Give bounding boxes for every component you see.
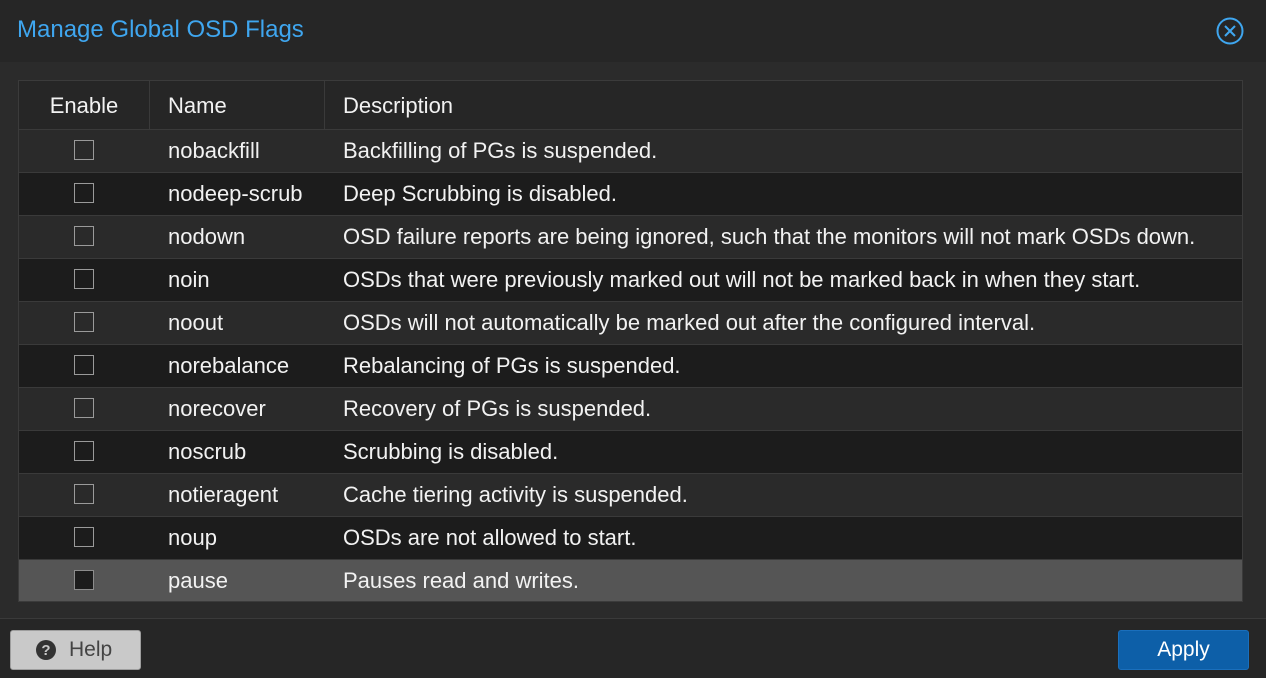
flag-name: pause — [168, 568, 228, 593]
dialog-footer: ? Help Apply — [0, 618, 1266, 678]
flag-name: noout — [168, 310, 224, 335]
flag-description: Pauses read and writes. — [343, 568, 580, 593]
flag-description: Backfilling of PGs is suspended. — [343, 138, 658, 163]
flag-name: nobackfill — [168, 138, 260, 163]
flag-name: noin — [168, 267, 210, 292]
flag-description: Cache tiering activity is suspended. — [343, 482, 688, 507]
apply-button[interactable]: Apply — [1118, 630, 1249, 670]
flag-name: nodeep-scrub — [168, 181, 303, 206]
enable-checkbox[interactable] — [74, 441, 94, 461]
enable-checkbox[interactable] — [74, 527, 94, 547]
column-header-enable[interactable]: Enable — [19, 81, 150, 130]
column-header-description[interactable]: Description — [325, 81, 1242, 130]
enable-checkbox[interactable] — [74, 570, 94, 590]
dialog-titlebar: Manage Global OSD Flags — [0, 0, 1266, 62]
dialog-title: Manage Global OSD Flags — [17, 16, 304, 43]
flag-description: OSDs are not allowed to start. — [343, 525, 637, 550]
help-button[interactable]: ? Help — [10, 630, 141, 670]
table-row[interactable]: nodown OSD failure reports are being igno… — [19, 216, 1242, 259]
flag-description: Scrubbing is disabled. — [343, 439, 559, 464]
table-row[interactable]: noin OSDs that were previously marked out… — [19, 259, 1242, 302]
flag-name: nodown — [168, 224, 246, 249]
enable-checkbox[interactable] — [74, 140, 94, 160]
table-row[interactable]: pause Pauses read and writes. — [19, 560, 1242, 601]
enable-checkbox[interactable] — [74, 269, 94, 289]
flags-grid: Enable Name Description nobackfill Backfi… — [18, 80, 1243, 602]
osd-flags-dialog: Manage Global OSD Flags Enable Name Desc… — [0, 0, 1266, 678]
flag-name: norecover — [168, 396, 266, 421]
grid-header: Enable Name Description — [19, 81, 1242, 130]
table-row[interactable]: nobackfill Backfilling of PGs is suspende… — [19, 130, 1242, 173]
close-icon[interactable] — [1215, 16, 1245, 46]
flag-name: notieragent — [168, 482, 279, 507]
table-row[interactable]: noscrub Scrubbing is disabled. — [19, 431, 1242, 474]
enable-checkbox[interactable] — [74, 183, 94, 203]
table-row[interactable]: norebalance Rebalancing of PGs is suspend… — [19, 345, 1242, 388]
flag-name: norebalance — [168, 353, 290, 378]
table-row[interactable]: notieragent Cache tiering activity is sus… — [19, 474, 1242, 517]
enable-checkbox[interactable] — [74, 226, 94, 246]
help-label: Help — [69, 638, 113, 661]
enable-checkbox[interactable] — [74, 484, 94, 504]
table-row[interactable]: noup OSDs are not allowed to start. — [19, 517, 1242, 560]
flag-description: Rebalancing of PGs is suspended. — [343, 353, 681, 378]
column-header-name[interactable]: Name — [150, 81, 325, 130]
enable-checkbox[interactable] — [74, 398, 94, 418]
table-row[interactable]: nodeep-scrub Deep Scrubbing is disabled. — [19, 173, 1242, 216]
enable-checkbox[interactable] — [74, 355, 94, 375]
flag-description: Recovery of PGs is suspended. — [343, 396, 652, 421]
flag-description: OSDs will not automatically be marked ou… — [343, 310, 1036, 335]
enable-checkbox[interactable] — [74, 312, 94, 332]
flag-name: noscrub — [168, 439, 247, 464]
svg-text:?: ? — [41, 642, 50, 659]
table-row[interactable]: noout OSDs will not automatically be mark… — [19, 302, 1242, 345]
table-row[interactable]: norecover Recovery of PGs is suspended. — [19, 388, 1242, 431]
flag-description: OSD failure reports are being ignored, s… — [343, 224, 1196, 249]
grid-rows: nobackfill Backfilling of PGs is suspende… — [19, 130, 1242, 601]
question-circle-icon: ? — [35, 639, 57, 661]
flag-description: OSDs that were previously marked out wil… — [343, 267, 1141, 292]
flag-name: noup — [168, 525, 217, 550]
flag-description: Deep Scrubbing is disabled. — [343, 181, 617, 206]
